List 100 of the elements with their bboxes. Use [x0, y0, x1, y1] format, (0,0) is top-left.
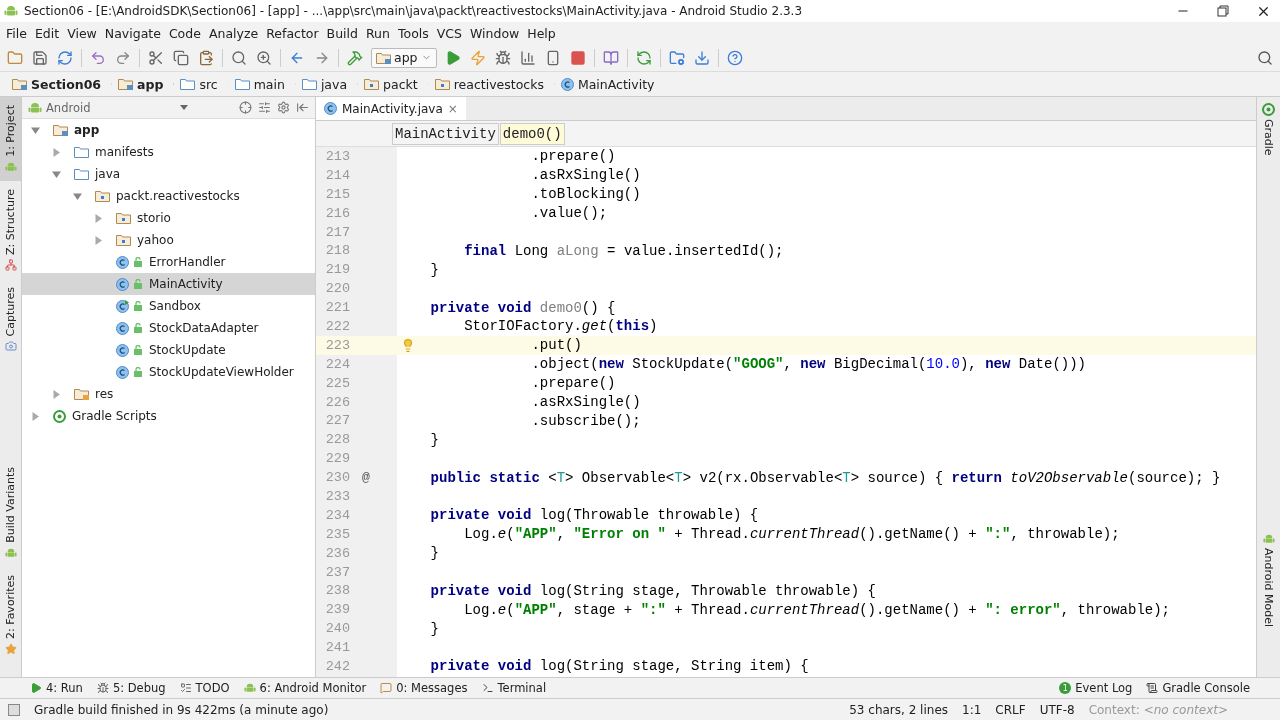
expand-arrow-icon[interactable]: [94, 235, 103, 245]
expand-arrow-icon[interactable]: [94, 213, 103, 223]
hide-icon[interactable]: [296, 101, 309, 114]
collapse-arrow-icon[interactable]: [52, 169, 61, 179]
clipboard-icon[interactable]: [197, 48, 215, 67]
folder-icon[interactable]: [667, 48, 686, 67]
tree-item[interactable]: app: [22, 119, 315, 141]
scissors-icon[interactable]: [147, 48, 165, 67]
tree-item[interactable]: storio: [22, 207, 315, 229]
gradle-icon: [53, 409, 66, 423]
tree-item[interactable]: MainActivity: [22, 273, 315, 295]
search-icon[interactable]: [1256, 48, 1274, 67]
tree-item[interactable]: ErrorHandler: [22, 251, 315, 273]
tree-item[interactable]: StockUpdateViewHolder: [22, 361, 315, 383]
context-label: Context:: [1088, 702, 1140, 717]
menu-item[interactable]: Refactor: [262, 25, 323, 41]
tree-item[interactable]: StockUpdate: [22, 339, 315, 361]
chart-icon[interactable]: [518, 48, 537, 67]
menu-item[interactable]: Code: [164, 25, 205, 41]
tree-item[interactable]: manifests: [22, 141, 315, 163]
menu-item[interactable]: Navigate: [100, 25, 165, 41]
tree-item[interactable]: java: [22, 163, 315, 185]
tool-window-button[interactable]: 4: Run: [30, 681, 83, 695]
breadcrumb[interactable]: main: [230, 76, 296, 92]
collapse-icon[interactable]: [258, 101, 271, 114]
folder-icon[interactable]: [6, 48, 24, 67]
tree-item[interactable]: StockDataAdapter: [22, 317, 315, 339]
settings-icon[interactable]: [277, 101, 290, 114]
tool-window-tab[interactable]: Android Model: [1262, 532, 1275, 627]
tool-window-tab[interactable]: Z: Structure: [0, 180, 21, 279]
menu-item[interactable]: Tools: [393, 25, 433, 41]
menu-item[interactable]: Edit: [30, 25, 64, 41]
expand-arrow-icon[interactable]: [31, 411, 40, 421]
console-icon: [1146, 682, 1159, 694]
tool-window-tab[interactable]: Gradle: [1262, 103, 1275, 156]
close-icon[interactable]: ×: [447, 101, 458, 116]
tool-window-tab[interactable]: 1: Project: [0, 97, 21, 181]
save-icon[interactable]: [31, 48, 49, 67]
tool-window-tab[interactable]: Build Variants: [0, 459, 21, 568]
breadcrumb[interactable]: reactivestocks: [430, 76, 555, 92]
collapse-arrow-icon[interactable]: [73, 191, 82, 201]
breadcrumb[interactable]: Section06: [8, 76, 113, 92]
expand-arrow-icon[interactable]: [52, 147, 61, 157]
line-number: 237: [324, 564, 350, 580]
tool-window-button[interactable]: 5: Debug: [96, 681, 166, 695]
zoom-icon[interactable]: [255, 48, 273, 67]
refresh-icon[interactable]: [634, 48, 653, 67]
menu-item[interactable]: Run: [362, 25, 394, 41]
tool-window-tab[interactable]: 2: Favorites: [0, 567, 21, 663]
menu-item[interactable]: File: [2, 25, 31, 41]
tool-window-tab[interactable]: Captures: [0, 278, 21, 361]
expand-arrow-icon[interactable]: [52, 389, 61, 399]
menu-item[interactable]: Analyze: [204, 25, 263, 41]
code-breadcrumb[interactable]: demo0(): [499, 122, 565, 145]
sync-icon[interactable]: [56, 48, 74, 67]
tree-item[interactable]: yahoo: [22, 229, 315, 251]
panel-toggle-icon[interactable]: [8, 703, 20, 716]
search-icon[interactable]: [230, 48, 248, 67]
lightning-icon[interactable]: [468, 48, 487, 67]
encoding[interactable]: UTF-8: [1039, 702, 1075, 717]
tool-window-button[interactable]: 1 Event Log: [1059, 681, 1133, 695]
locate-icon[interactable]: [239, 101, 252, 114]
menu-item[interactable]: Build: [322, 25, 362, 41]
tree-item[interactable]: res: [22, 383, 315, 405]
breadcrumb[interactable]: MainActivity: [556, 76, 666, 92]
line-number: 238: [324, 583, 350, 599]
editor-tab[interactable]: MainActivity.java ×: [316, 97, 466, 120]
stop-icon[interactable]: [568, 48, 587, 67]
collapse-arrow-icon[interactable]: [31, 125, 40, 135]
breadcrumb[interactable]: packt: [360, 76, 429, 92]
tool-window-button[interactable]: Gradle Console: [1146, 681, 1250, 695]
line-separator[interactable]: CRLF: [995, 702, 1026, 717]
code-text: private void log(Throwable throwable) {: [430, 507, 759, 524]
help-icon[interactable]: [725, 48, 744, 67]
book-icon[interactable]: [601, 48, 620, 67]
menu-item[interactable]: VCS: [432, 25, 466, 41]
tree-item[interactable]: Sandbox: [22, 295, 315, 317]
breadcrumb[interactable]: src: [176, 76, 229, 92]
download-icon[interactable]: [692, 48, 711, 67]
tree-item[interactable]: packt.reactivestocks: [22, 185, 315, 207]
tool-window-button[interactable]: TODO: [179, 681, 230, 695]
bug-icon[interactable]: [493, 48, 512, 67]
copy-icon[interactable]: [172, 48, 190, 67]
caret-position[interactable]: 1:1: [962, 702, 982, 717]
line-number: 219: [324, 262, 350, 278]
tree-item[interactable]: Gradle Scripts: [22, 405, 315, 427]
lightbulb-icon[interactable]: [401, 337, 415, 354]
window-title: Section06 - [E:\AndroidSDK\Section06] - [app] - ...\app\src\main\java\packt\reactivestocks\MainActivity.java - Android Studio 2.3.3: [24, 4, 804, 18]
run-config-dropdown[interactable]: app: [371, 47, 437, 68]
menu-item[interactable]: View: [63, 25, 101, 41]
breadcrumb[interactable]: java: [297, 76, 359, 92]
tool-window-button[interactable]: 6: Android Monitor: [243, 681, 367, 695]
menu-item[interactable]: Window: [466, 25, 524, 41]
tool-window-button[interactable]: Terminal: [481, 681, 547, 695]
code-breadcrumb[interactable]: MainActivity: [392, 122, 499, 145]
tool-window-button[interactable]: 0: Messages: [380, 681, 468, 695]
folder-icon: [364, 78, 380, 90]
menu-item[interactable]: Help: [523, 25, 560, 41]
hammer-icon[interactable]: [346, 48, 364, 67]
breadcrumb[interactable]: app: [114, 76, 175, 92]
